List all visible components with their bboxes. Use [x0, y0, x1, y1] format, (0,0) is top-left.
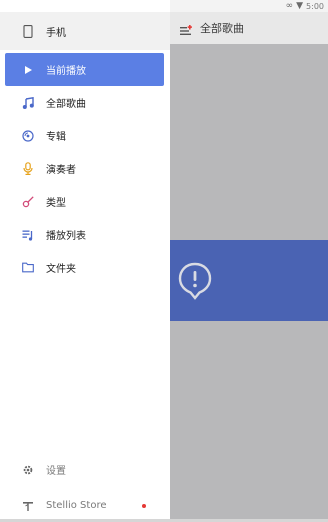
status-bar: ∞ ▼ 5:00: [170, 0, 328, 12]
page-title: 全部歌曲: [200, 22, 244, 35]
drawer-item-label: 演奏者: [46, 165, 76, 176]
drawer-item-now-playing[interactable]: 当前播放: [5, 53, 164, 86]
drawer-item-label: Stellio Store: [46, 500, 107, 511]
gear-icon: [21, 463, 35, 477]
drawer-item-label: 播放列表: [46, 231, 86, 242]
drawer-item-label: 专辑: [46, 132, 66, 143]
phone-icon: [21, 25, 35, 39]
wifi-icon: ▼: [296, 0, 304, 11]
drawer-item-label: 文件夹: [46, 264, 76, 275]
hint-icon[interactable]: [178, 262, 212, 300]
drawer-item-phone[interactable]: 手机: [0, 15, 170, 48]
notification-dot: [142, 504, 146, 508]
status-time: 5:00: [306, 1, 324, 11]
folder-icon: [21, 261, 35, 275]
drawer-item-label: 全部歌曲: [46, 99, 86, 110]
drawer-item-label: 当前播放: [46, 66, 86, 77]
top-app-bar: 全部歌曲: [170, 12, 328, 44]
drawer-item-playlists[interactable]: 播放列表: [0, 218, 170, 251]
play-icon: [21, 63, 35, 77]
drawer-item-settings[interactable]: 设置: [0, 453, 170, 486]
guitar-icon: [21, 195, 35, 209]
album-icon: [21, 129, 35, 143]
playlist-menu-icon[interactable]: [180, 22, 192, 35]
drawer-item-label: 设置: [46, 466, 66, 477]
antenna-icon: [21, 499, 35, 513]
playlist-icon: [21, 228, 35, 242]
music-note-icon: [21, 96, 35, 110]
link-icon: ∞: [285, 0, 294, 11]
drawer-item-folders[interactable]: 文件夹: [0, 251, 170, 284]
drawer-item-albums[interactable]: 专辑: [0, 119, 170, 152]
drawer-item-genres[interactable]: 类型: [0, 185, 170, 218]
drawer-item-label: 类型: [46, 198, 66, 209]
drawer-item-all-songs[interactable]: 全部歌曲: [0, 86, 170, 119]
drawer-item-artists[interactable]: 演奏者: [0, 152, 170, 185]
microphone-icon: [21, 162, 35, 176]
navigation-drawer: 手机 当前播放 全部歌曲 专辑 演奏者 类型 播放列表 文件夹 设置 Stell…: [0, 0, 170, 519]
drawer-item-label: 手机: [46, 28, 66, 39]
